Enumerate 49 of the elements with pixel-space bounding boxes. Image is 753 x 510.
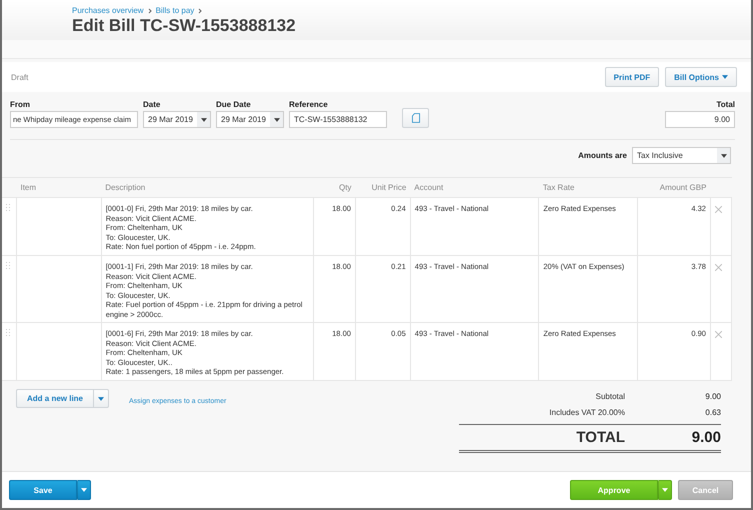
grand-total-label: TOTAL: [576, 429, 625, 446]
caret-icon: [722, 75, 728, 79]
breadcrumb-link[interactable]: Purchases overview: [72, 6, 144, 15]
column-header: Amount GBP: [638, 178, 710, 198]
field-label: Due Date: [216, 100, 252, 109]
dropdown-icon: [720, 154, 726, 158]
breadcrumb-link[interactable]: Bills to pay: [156, 6, 194, 15]
caret-icon: [662, 488, 668, 492]
status-label: Draft: [11, 72, 28, 82]
column-header: Description: [101, 178, 314, 198]
total-label: Includes VAT 20.00%: [549, 408, 625, 417]
field-label: Date: [143, 100, 162, 109]
total-field[interactable]: 9.00: [665, 111, 735, 128]
field-label: Total: [716, 100, 735, 109]
column-header: Unit Price: [355, 178, 410, 198]
dropdown-icon: [200, 118, 206, 122]
field-label: From: [10, 100, 31, 109]
grand-total-value: 9.00: [690, 429, 721, 446]
dropdown-button[interactable]: [77, 480, 91, 500]
save-button[interactable]: Save: [9, 480, 77, 500]
total-value: 9.00: [704, 392, 721, 401]
dropdown-icon: [274, 118, 280, 122]
delete-icon[interactable]: [714, 264, 722, 271]
caret-icon: [98, 396, 104, 400]
print-pdf-button[interactable]: Print PDF: [604, 67, 660, 87]
field-label: Reference: [289, 100, 329, 109]
tax-mode-select[interactable]: Tax Inclusive: [632, 147, 731, 164]
date-field[interactable]: 29 Mar 2019: [143, 111, 211, 128]
column-header: Item: [16, 178, 102, 198]
field-label: Amounts are: [578, 151, 627, 160]
document-icon: [412, 113, 420, 123]
column-header: Qty: [313, 178, 356, 198]
total-value: 0.63: [704, 408, 721, 417]
chevron-icon: [148, 8, 152, 14]
column-header: Account: [410, 178, 539, 198]
column-header: Tax Rate: [538, 178, 638, 198]
copy-button[interactable]: [402, 108, 429, 128]
chevron-icon: [198, 8, 202, 14]
delete-icon[interactable]: [714, 331, 722, 338]
page-title: Edit Bill TC-SW-1553888132: [72, 16, 297, 36]
caret-icon: [81, 488, 87, 492]
delete-icon[interactable]: [714, 206, 722, 213]
add-line-button[interactable]: Add a new line: [16, 389, 94, 408]
dropdown-button[interactable]: [658, 480, 672, 500]
text-field[interactable]: TC-SW-1553888132: [289, 111, 387, 128]
date-field[interactable]: 29 Mar 2019: [216, 111, 284, 128]
approve-button[interactable]: Approve: [570, 480, 658, 500]
bill-options-button[interactable]: Bill Options: [665, 67, 737, 87]
total-label: Subtotal: [596, 392, 625, 401]
